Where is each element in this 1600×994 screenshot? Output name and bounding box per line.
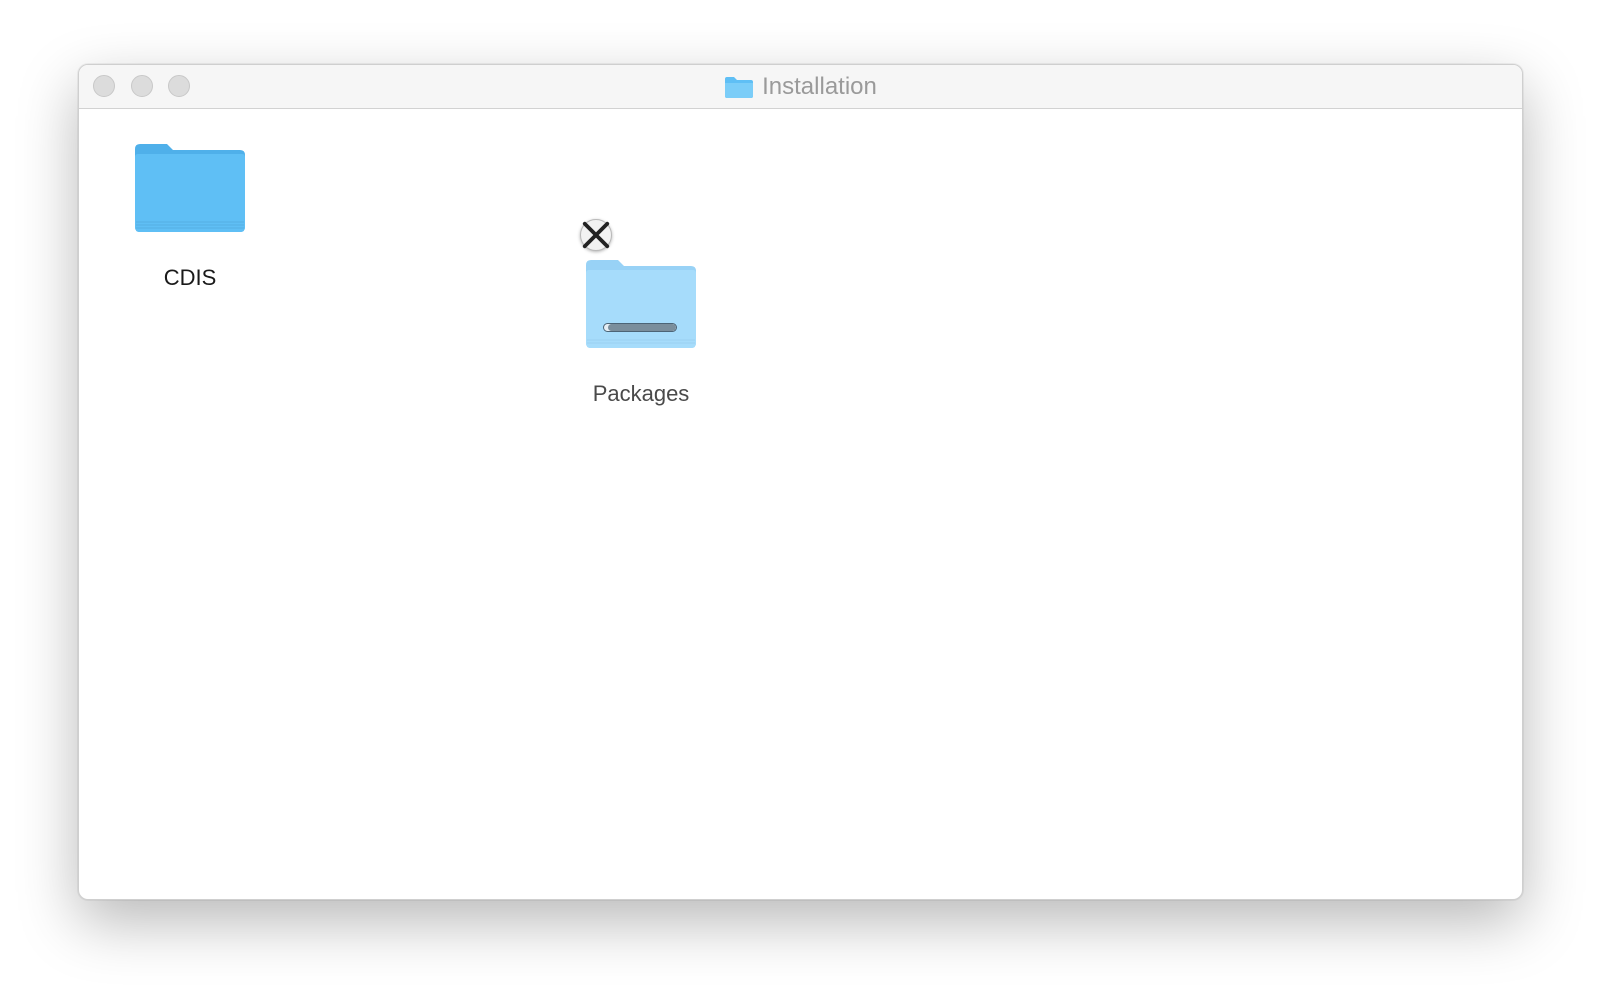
window-title: Installation <box>79 65 1522 108</box>
cancel-copy-button[interactable] <box>580 219 612 251</box>
title-bar[interactable]: Installation <box>79 65 1522 109</box>
folder-item-cdis[interactable]: CDIS <box>110 141 270 291</box>
close-icon <box>582 221 610 249</box>
copy-progress-fill <box>607 324 676 331</box>
window-title-text: Installation <box>762 72 877 100</box>
folder-icon[interactable] <box>580 219 698 351</box>
folder-name-label: Packages <box>592 381 690 406</box>
finder-window: Installation CDIS Packages <box>78 64 1523 900</box>
folder-item-packages[interactable]: Packages <box>561 219 721 407</box>
folder-content-area[interactable]: CDIS Packages <box>79 109 1522 899</box>
folder-icon <box>725 76 754 98</box>
folder-name-label: CDIS <box>163 265 217 290</box>
folder-icon[interactable] <box>133 141 247 235</box>
copy-progress-bar <box>603 323 677 332</box>
